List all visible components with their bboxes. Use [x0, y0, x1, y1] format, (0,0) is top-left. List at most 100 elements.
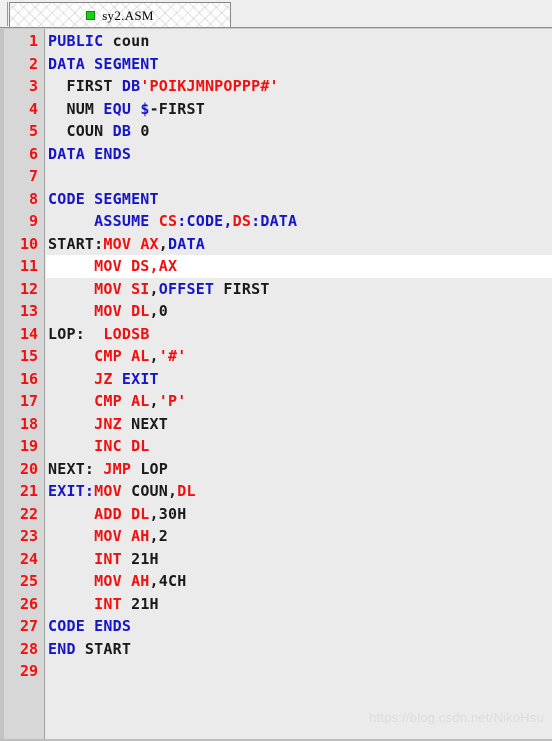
code-line-content[interactable]: ADD DL,30H [46, 503, 552, 526]
code-tokens: DATA ENDS [46, 143, 131, 166]
code-token-id: , [149, 279, 159, 298]
code-line-content[interactable]: DATA ENDS [46, 143, 552, 166]
code-token-id: , [149, 347, 159, 365]
line-number: 12 [19, 279, 38, 298]
code-token-id [48, 415, 94, 433]
code-token-id: FIRST [48, 77, 122, 95]
code-line-content[interactable]: CODE SEGMENT [46, 188, 552, 211]
code-line[interactable]: 9 ASSUME CS:CODE,DS:DATA [0, 210, 552, 233]
code-line-content[interactable]: NEXT: JMP LOP [46, 458, 552, 481]
code-line-content[interactable]: JNZ NEXT [46, 413, 552, 436]
line-number: 7 [28, 167, 38, 185]
code-tokens: CODE SEGMENT [46, 188, 159, 211]
code-line-content[interactable]: NUM EQU $-FIRST [46, 98, 552, 121]
code-line[interactable]: 20 NEXT: JMP LOP [0, 458, 552, 481]
code-token-id: LOP: [48, 324, 104, 343]
code-line[interactable]: 11 MOV DS,AX [0, 255, 552, 278]
code-token-id [48, 280, 94, 298]
code-token-id: NEXT [121, 414, 169, 433]
code-line-content[interactable]: MOV DL,0 [46, 300, 552, 323]
code-line[interactable]: 8 CODE SEGMENT [0, 188, 552, 211]
code-line[interactable]: 27 CODE ENDS [0, 615, 552, 638]
code-line[interactable]: 13 MOV DL,0 [0, 300, 552, 323]
code-line[interactable]: 21 EXIT:MOV COUN,DL [0, 480, 552, 503]
code-line[interactable]: 10 START:MOV AX,DATA [0, 233, 552, 256]
code-line-content[interactable] [46, 165, 552, 188]
code-token-ins: MOV AH [94, 572, 150, 590]
code-token-key: DB [112, 122, 132, 140]
code-line-content[interactable]: EXIT:MOV COUN,DL [46, 480, 552, 503]
code-line-content[interactable]: INT 21H [46, 548, 552, 571]
code-line[interactable]: 24 INT 21H [0, 548, 552, 571]
code-line[interactable]: 15 CMP AL,'#' [0, 345, 552, 368]
line-number: 15 [19, 347, 38, 365]
code-token-ins: INT [94, 549, 122, 568]
code-line[interactable]: 14 LOP: LODSB [0, 323, 552, 346]
line-number: 11 [19, 257, 38, 275]
code-line-content[interactable]: JZ EXIT [46, 368, 552, 391]
code-line-content[interactable]: CMP AL,'#' [46, 345, 552, 368]
code-token-id [48, 302, 94, 320]
line-number: 27 [19, 617, 38, 635]
code-line[interactable]: 26 INT 21H [0, 593, 552, 616]
code-line-content[interactable]: MOV AH,4CH [46, 570, 552, 593]
code-line[interactable]: 12 MOV SI,OFFSET FIRST [0, 278, 552, 301]
code-line-content[interactable]: START:MOV AX,DATA [46, 233, 552, 256]
code-line[interactable]: 7 [0, 165, 552, 188]
code-line-content[interactable]: MOV SI,OFFSET FIRST [46, 278, 552, 301]
code-line[interactable]: 25 MOV AH,4CH [0, 570, 552, 593]
code-line-content[interactable]: DATA SEGMENT [46, 53, 552, 76]
code-line[interactable]: 28 END START [0, 638, 552, 661]
code-line-content[interactable]: CODE ENDS [46, 615, 552, 638]
code-line[interactable]: 1 PUBLIC coun [0, 30, 552, 53]
code-tokens: EXIT:MOV COUN,DL [46, 480, 196, 503]
code-line[interactable]: 22 ADD DL,30H [0, 503, 552, 526]
code-token-id: 21H [121, 549, 159, 568]
code-line[interactable]: 17 CMP AL,'P' [0, 390, 552, 413]
tab-sy2-asm[interactable]: sy2.ASM [9, 2, 231, 28]
code-line-content[interactable]: ASSUME CS:CODE,DS:DATA [46, 210, 552, 233]
code-token-id: 21H [121, 594, 159, 613]
code-token-id [48, 505, 94, 523]
code-line[interactable]: 18 JNZ NEXT [0, 413, 552, 436]
code-line-content[interactable]: INC DL [46, 435, 552, 458]
code-token-ins: CMP AL [94, 347, 150, 365]
code-token-id [48, 550, 94, 568]
code-tokens: ADD DL,30H [46, 503, 186, 526]
code-token-id [48, 392, 94, 410]
code-line-content[interactable]: PUBLIC coun [46, 30, 552, 53]
code-token-id: coun [103, 32, 150, 50]
code-line[interactable]: 23 MOV AH,2 [0, 525, 552, 548]
code-line-content[interactable]: MOV DS,AX [46, 255, 552, 278]
code-line[interactable]: 16 JZ EXIT [0, 368, 552, 391]
green-square-icon [86, 11, 96, 20]
code-token-id [48, 347, 94, 365]
code-token-key: DB [121, 77, 141, 95]
line-number: 26 [19, 594, 38, 613]
code-line-content[interactable]: LOP: LODSB [46, 323, 552, 346]
code-line[interactable]: 5 COUN DB 0 [0, 120, 552, 143]
code-line-content[interactable]: END START [46, 638, 552, 661]
code-token-ins: DS [232, 212, 252, 230]
code-line[interactable]: 3 FIRST DB'POIKJMNPOPPP#' [0, 75, 552, 98]
code-line[interactable]: 29 [0, 660, 552, 683]
code-line-content[interactable]: COUN DB 0 [46, 120, 552, 143]
code-line[interactable]: 2 DATA SEGMENT [0, 53, 552, 76]
code-token-id: ,4CH [149, 572, 187, 590]
code-editor[interactable]: 1 PUBLIC coun 2 DATA SEGMENT 3 FIRST DB'POIK… [0, 29, 552, 741]
code-line[interactable]: 6 DATA ENDS [0, 143, 552, 166]
code-line-content[interactable]: CMP AL,'P' [46, 390, 552, 413]
code-tokens: COUN DB 0 [46, 120, 150, 143]
code-token-key: OFFSET [158, 279, 215, 298]
code-line-content[interactable]: MOV AH,2 [46, 525, 552, 548]
code-token-ins: INT [94, 594, 122, 613]
code-tokens: MOV AH,2 [46, 525, 168, 548]
line-number: 9 [28, 212, 38, 230]
code-line-content[interactable]: INT 21H [46, 593, 552, 616]
code-line[interactable]: 4 NUM EQU $-FIRST [0, 98, 552, 121]
line-number: 19 [19, 437, 38, 455]
code-line-content[interactable] [46, 660, 552, 683]
line-number: 16 [19, 369, 38, 388]
code-line-content[interactable]: FIRST DB'POIKJMNPOPPP#' [46, 75, 552, 98]
code-line[interactable]: 19 INC DL [0, 435, 552, 458]
